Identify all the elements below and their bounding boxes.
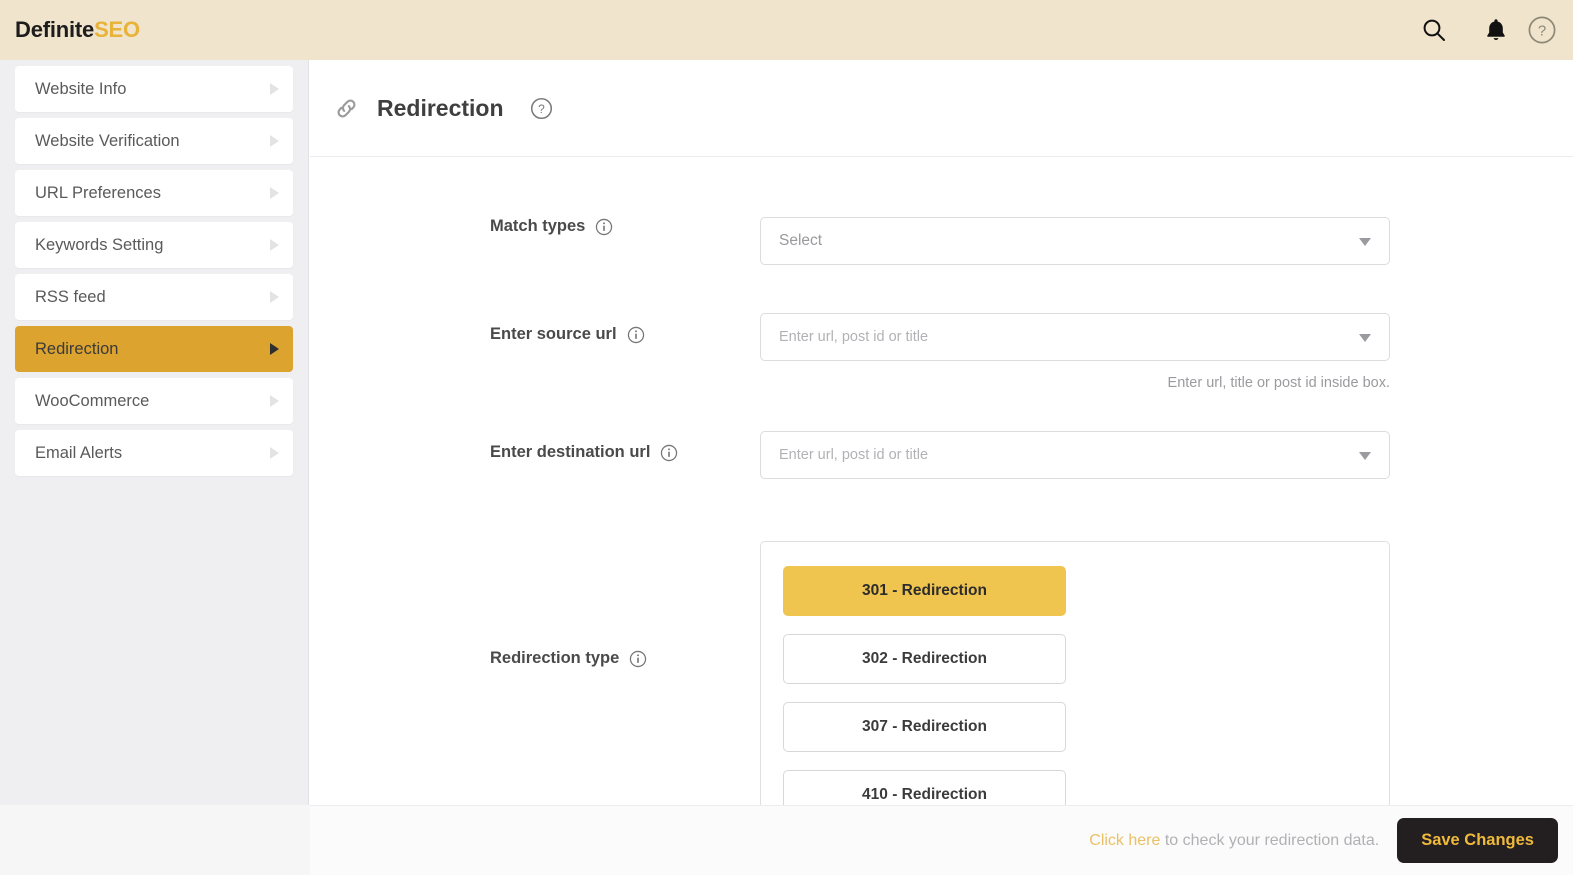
info-circle-icon[interactable] [627,326,645,344]
chevron-right-icon [270,395,279,407]
chevron-down-icon [1359,238,1371,246]
redirection-form: Match types Select Enter source url Ente… [310,157,1573,805]
svg-text:?: ? [1538,22,1546,39]
sidebar-item-label: Website Info [35,79,127,98]
chevron-right-icon [270,291,279,303]
redirection-type-label-group: Redirection type [490,541,760,668]
footer-bar: Click here to check your redirection dat… [310,805,1573,875]
chain-link-icon [333,95,360,122]
info-circle-icon[interactable] [660,444,678,462]
sidebar-item-url-preferences[interactable]: URL Preferences [15,170,293,216]
chevron-right-icon [270,239,279,251]
match-types-label-group: Match types [490,217,760,236]
app-logo[interactable]: DefiniteSEO [15,17,140,43]
search-icon[interactable] [1403,0,1465,60]
check-redirection-data-link[interactable]: Click here [1089,832,1160,849]
redirection-type-option-410[interactable]: 410 - Redirection [783,770,1066,805]
bell-icon[interactable] [1465,0,1527,60]
source-url-label: Enter source url [490,325,617,343]
match-types-select[interactable]: Select [760,217,1390,265]
top-bar-actions: ? [1403,0,1573,60]
sidebar-item-redirection[interactable]: Redirection [15,326,293,372]
match-types-control: Select [760,217,1390,265]
redirection-type-options: 301 - Redirection 302 - Redirection 307 … [760,541,1390,805]
footer-left-spacer [0,805,310,875]
info-circle-icon[interactable] [629,650,647,668]
save-changes-button[interactable]: Save Changes [1397,818,1558,863]
redirection-type-option-307[interactable]: 307 - Redirection [783,702,1066,752]
destination-url-control: Enter url, post id or title [760,431,1390,479]
redirection-data-note: Click here to check your redirection dat… [1089,832,1379,850]
sidebar-item-label: Keywords Setting [35,235,164,254]
page-header: Redirection ? [310,60,1573,157]
sidebar-item-rss-feed[interactable]: RSS feed [15,274,293,320]
sidebar-item-label: Website Verification [35,131,180,150]
help-circle-icon[interactable]: ? [1527,0,1573,60]
sidebar-item-keywords-setting[interactable]: Keywords Setting [15,222,293,268]
sidebar-item-label: URL Preferences [35,183,161,202]
sidebar-item-website-verification[interactable]: Website Verification [15,118,293,164]
redirection-type-label: Redirection type [490,649,620,667]
destination-url-input[interactable]: Enter url, post id or title [760,431,1390,479]
sidebar-item-label: Redirection [35,339,119,358]
source-url-input[interactable]: Enter url, post id or title [760,313,1390,361]
chevron-right-icon [270,135,279,147]
destination-url-label-group: Enter destination url [490,431,760,462]
form-row-match-types: Match types Select [310,217,1573,265]
redirection-data-note-text: to check your redirection data. [1160,831,1380,849]
destination-url-placeholder: Enter url, post id or title [779,447,929,463]
help-circle-icon[interactable]: ? [530,97,553,120]
source-url-placeholder: Enter url, post id or title [779,329,929,345]
form-row-redirection-type: Redirection type 301 - Redirection 302 -… [310,541,1573,805]
source-url-control: Enter url, post id or title Enter url, t… [760,313,1390,391]
svg-text:?: ? [538,101,545,115]
sidebar-item-label: Email Alerts [35,443,123,462]
redirection-type-control: 301 - Redirection 302 - Redirection 307 … [760,541,1390,805]
sidebar-item-email-alerts[interactable]: Email Alerts [15,430,293,476]
source-url-helper-text: Enter url, title or post id inside box. [1167,375,1390,391]
sidebar-item-woocommerce[interactable]: WooCommerce [15,378,293,424]
form-row-source-url: Enter source url Enter url, post id or t… [310,313,1573,391]
chevron-right-icon [270,447,279,459]
match-types-label: Match types [490,217,586,235]
info-circle-icon[interactable] [595,218,613,236]
destination-url-label: Enter destination url [490,443,651,461]
source-url-label-group: Enter source url [490,313,760,344]
redirection-type-option-302[interactable]: 302 - Redirection [783,634,1066,684]
logo-primary-text: Definite [15,17,95,42]
match-types-value: Select [779,232,823,249]
chevron-down-icon [1359,334,1371,342]
main-content: Redirection ? Match types Select Enter s… [310,60,1573,805]
chevron-right-icon [270,343,279,355]
sidebar-item-label: WooCommerce [35,391,150,410]
sidebar: Website Info Website Verification URL Pr… [0,60,309,805]
top-bar: DefiniteSEO ? [0,0,1573,60]
form-row-destination-url: Enter destination url Enter url, post id… [310,431,1573,479]
sidebar-item-website-info[interactable]: Website Info [15,66,293,112]
sidebar-item-label: RSS feed [35,287,106,306]
page-title: Redirection [377,94,504,121]
chevron-right-icon [270,187,279,199]
chevron-right-icon [270,83,279,95]
redirection-type-option-301[interactable]: 301 - Redirection [783,566,1066,616]
logo-accent-text: SEO [94,17,140,42]
chevron-down-icon [1359,452,1371,460]
